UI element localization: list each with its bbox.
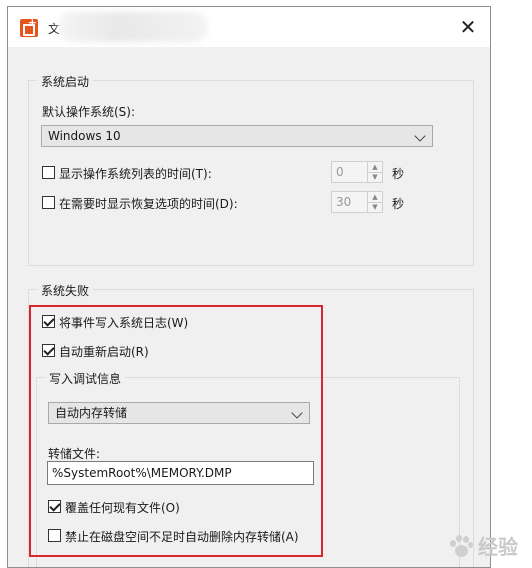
highlight-box	[29, 305, 323, 557]
show-os-list-checkbox[interactable]	[42, 166, 55, 179]
spin-down-icon[interactable]: ▼	[367, 202, 382, 212]
show-recovery-checkbox[interactable]	[42, 196, 55, 209]
default-os-value: Windows 10	[48, 129, 121, 143]
default-os-label: 默认操作系统(S):	[42, 105, 136, 119]
chevron-down-icon	[414, 130, 426, 142]
show-recovery-unit: 秒	[392, 197, 405, 211]
show-os-list-label: 显示操作系统列表的时间(T):	[59, 167, 212, 181]
blurred-title-area	[58, 12, 208, 42]
watermark: 经验	[448, 531, 518, 560]
show-recovery-value: 30	[336, 195, 352, 209]
show-os-list-unit: 秒	[392, 167, 405, 181]
system-failure-label: 系统失败	[37, 282, 94, 299]
system-startup-label: 系统启动	[37, 73, 94, 90]
close-icon: ✕	[459, 15, 477, 39]
watermark-text: 经验	[478, 535, 518, 559]
paw-logo-icon	[448, 534, 474, 558]
close-button[interactable]: ✕	[446, 7, 490, 47]
default-os-select[interactable]: Windows 10	[41, 125, 433, 147]
show-os-list-spinner[interactable]: 0 ▲ ▼	[331, 161, 383, 183]
title-bar: 文 ✕	[8, 7, 490, 47]
app-icon	[20, 16, 38, 37]
show-os-list-value: 0	[336, 165, 344, 179]
show-recovery-label: 在需要时显示恢复选项的时间(D):	[59, 197, 238, 211]
spin-down-icon[interactable]: ▼	[367, 172, 382, 182]
show-recovery-spinner[interactable]: 30 ▲ ▼	[331, 191, 383, 213]
